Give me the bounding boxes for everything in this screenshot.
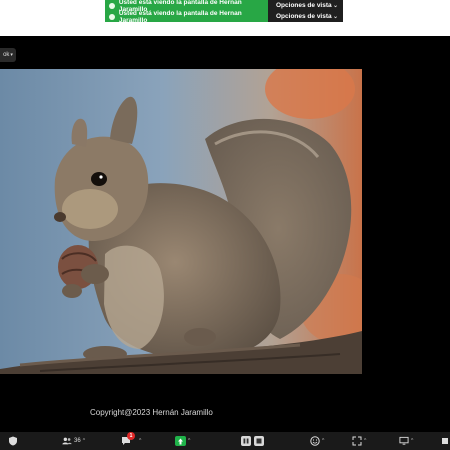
security-button[interactable] xyxy=(8,432,18,450)
chat-unread-badge: 1 xyxy=(127,432,135,440)
reactions-button[interactable]: ^ xyxy=(310,432,324,450)
shield-icon xyxy=(8,436,18,446)
share-screen-button[interactable]: ^ xyxy=(175,432,190,450)
view-options-button[interactable]: Opciones de vista ⌄ xyxy=(268,0,343,11)
chevron-up-icon[interactable]: ^ xyxy=(411,438,413,444)
screen-share-banner[interactable]: Usted está viendo la pantalla de Hernan … xyxy=(105,9,268,24)
stop-icon xyxy=(254,436,264,446)
view-options-label: Opciones de vista xyxy=(276,2,332,9)
emoji-icon xyxy=(310,436,320,446)
screen-share-banner-text: Usted está viendo la pantalla de Hernan … xyxy=(118,9,242,24)
chevron-up-icon[interactable]: ^ xyxy=(139,438,141,444)
participants-count: 36 xyxy=(74,438,81,444)
more-button[interactable] xyxy=(440,432,450,450)
slide-copyright: Copyright@2023 Hernán Jaramillo xyxy=(90,408,213,417)
chevron-down-icon: ⌄ xyxy=(332,14,338,20)
participants-icon xyxy=(62,436,72,446)
chevron-up-icon[interactable]: ^ xyxy=(322,438,324,444)
collapsed-view-button[interactable]: ok ▾ xyxy=(0,48,16,62)
view-options-label: Opciones de vista xyxy=(276,13,332,20)
pause-icon xyxy=(241,436,251,446)
chevron-up-icon[interactable]: ^ xyxy=(83,438,85,444)
chat-button[interactable]: 1 ^ xyxy=(121,432,141,450)
top-bar: Usted está viendo la pantalla de Hernan … xyxy=(0,0,450,36)
chevron-down-icon: ⌄ xyxy=(332,3,338,9)
share-indicator-icon xyxy=(109,2,115,9)
stop-share-button[interactable] xyxy=(254,432,264,450)
participants-button[interactable]: 36 ^ xyxy=(62,432,85,450)
view-share-button[interactable]: ^ xyxy=(399,432,413,450)
share-screen-icon xyxy=(175,436,186,446)
chevron-up-icon[interactable]: ^ xyxy=(188,438,190,444)
view-options-button[interactable]: Opciones de vista ⌄ xyxy=(268,11,343,22)
collapsed-view-label: ok xyxy=(3,52,10,58)
pause-share-button[interactable] xyxy=(241,432,251,450)
more-icon xyxy=(440,436,450,446)
shared-screen: ok ▾ Copyright@2023 Hernán Jaramillo xyxy=(0,36,450,432)
fullscreen-button[interactable]: ^ xyxy=(352,432,366,450)
expand-icon xyxy=(352,436,362,446)
monitor-icon xyxy=(399,436,409,446)
chat-icon: 1 xyxy=(121,432,135,446)
chevron-up-icon[interactable]: ^ xyxy=(364,438,366,444)
share-indicator-icon xyxy=(109,13,115,20)
squirrel-image xyxy=(0,69,362,374)
slide-photo-squirrel xyxy=(0,69,362,374)
meeting-toolbar: 36 ^ 1 ^ ^ ^ ^ ^ xyxy=(0,432,450,450)
